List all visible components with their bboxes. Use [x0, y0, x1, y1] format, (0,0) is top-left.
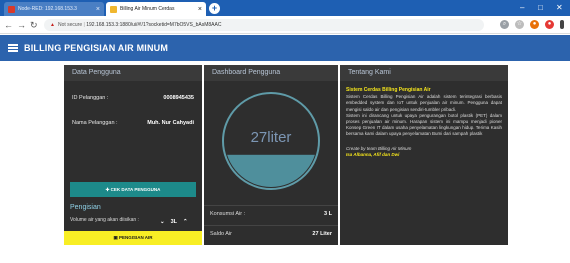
- nama-pelanggan-row: Nama Pelanggan : Muh. Nur Cahyadi: [72, 120, 194, 126]
- close-tab-icon[interactable]: ×: [93, 6, 100, 13]
- nama-pelanggan-label: Nama Pelanggan :: [72, 120, 118, 126]
- dashboard-header: Dashboard Pengguna: [204, 65, 338, 81]
- nama-pelanggan-value: Muh. Nur Cahyadi: [147, 120, 194, 126]
- tab-label: Node-RED: 192.168.153.3: [18, 6, 77, 12]
- tentang-kami-card: Tentang Kami Sistem Cerdas Billing Pengi…: [340, 65, 508, 245]
- about-authors: Isa Albanna, Afif dan Dwi: [346, 151, 400, 157]
- tentang-kami-header: Tentang Kami: [340, 65, 508, 81]
- data-pengguna-header: Data Pengguna: [64, 65, 202, 81]
- pengisian-header: Pengisian: [70, 204, 101, 211]
- browser-tab-bar: Node-RED: 192.168.153.3 × Billing Air Mi…: [0, 0, 570, 16]
- cek-data-pengguna-button[interactable]: ✚ CEK DATA PENGGUNA: [70, 182, 196, 197]
- extension-icon[interactable]: ●: [530, 20, 539, 29]
- star-icon[interactable]: ☆: [515, 20, 524, 29]
- data-pengguna-card: Data Pengguna ID Pelanggan : 0008945435 …: [64, 65, 202, 245]
- saldo-label: Saldo Air: [210, 231, 233, 237]
- id-pelanggan-label: ID Pelanggan :: [72, 95, 109, 101]
- back-arrow-icon[interactable]: ←: [4, 19, 13, 31]
- about-paragraph-1: Sistem Cerdas Billing Pengisian Air adal…: [346, 94, 502, 112]
- screen: Node-RED: 192.168.153.3 × Billing Air Mi…: [0, 0, 570, 263]
- volume-label: Volume air yang akan diisikan :: [70, 217, 139, 223]
- security-label: Not secure: [57, 22, 83, 28]
- maximize-button[interactable]: □: [538, 2, 543, 14]
- volume-value: 3L: [170, 219, 178, 225]
- increment-icon[interactable]: ⌃: [183, 219, 188, 225]
- cek-button-label: CEK DATA PENGGUNA: [110, 187, 161, 192]
- about-paragraph-2: Sistem ini dirancang untuk upaya pengura…: [346, 112, 502, 137]
- url-input[interactable]: ▲ Not secure | 192.168.153.3:1880/ui/#!/1…: [44, 19, 484, 31]
- new-tab-button[interactable]: +: [209, 3, 220, 14]
- node-red-favicon-icon: [8, 5, 15, 13]
- gauge-value: 27liter: [250, 129, 292, 146]
- menu-dots-icon[interactable]: [560, 20, 564, 29]
- warning-icon: ▲: [50, 22, 55, 28]
- tab-node-red[interactable]: Node-RED: 192.168.153.3 ×: [4, 2, 104, 16]
- dashboard-card: Dashboard Pengguna 27liter Konsumsi Air …: [204, 65, 338, 245]
- konsumsi-row: Konsumsi Air : 3 L: [210, 211, 332, 217]
- volume-stepper: ⌄ 3L ⌃: [160, 219, 188, 225]
- isi-button-label: PENGISIAN AIR: [118, 235, 153, 240]
- key-icon[interactable]: ⌕: [500, 20, 509, 29]
- chrome-extension-icon[interactable]: ●: [545, 20, 554, 29]
- about-title: Sistem Cerdas Billing Pengisian Air: [346, 87, 431, 93]
- konsumsi-value: 3 L: [324, 211, 332, 217]
- id-pelanggan-value: 0008945435: [163, 95, 194, 101]
- pengisian-air-button[interactable]: ▣ PENGISIAN AIR: [64, 231, 202, 245]
- tab-label: Billing Air Minum Cerdas: [120, 6, 175, 12]
- forward-arrow-icon[interactable]: →: [17, 19, 26, 31]
- close-window-button[interactable]: ✕: [556, 2, 563, 14]
- decrement-icon[interactable]: ⌄: [160, 219, 165, 225]
- saldo-row: Saldo Air 27 Liter: [210, 231, 332, 237]
- id-pelanggan-row: ID Pelanggan : 0008945435: [72, 95, 194, 101]
- tab-billing-air[interactable]: Billing Air Minum Cerdas ×: [106, 2, 206, 16]
- app-header: BILLING PENGISIAN AIR MINUM: [0, 35, 570, 61]
- about-text: Sistem Cerdas Billing Pengisian Air Sist…: [346, 87, 502, 158]
- reload-icon[interactable]: ↻: [30, 19, 38, 31]
- url-text: 192.168.153.3:1880/ui/#!/1?socketid=M7bO…: [86, 22, 222, 28]
- close-tab-icon[interactable]: ×: [195, 6, 202, 13]
- konsumsi-label: Konsumsi Air :: [210, 211, 246, 217]
- saldo-value: 27 Liter: [312, 231, 332, 237]
- minimize-button[interactable]: –: [520, 2, 524, 14]
- address-bar: ← → ↻ ▲ Not secure | 192.168.153.3:1880/u…: [0, 16, 570, 34]
- page-favicon-icon: [110, 5, 117, 13]
- app-title: BILLING PENGISIAN AIR MINUM: [24, 43, 169, 53]
- extension-icons: ⌕ ☆ ● ●: [500, 20, 564, 29]
- hamburger-menu-icon[interactable]: [8, 44, 18, 52]
